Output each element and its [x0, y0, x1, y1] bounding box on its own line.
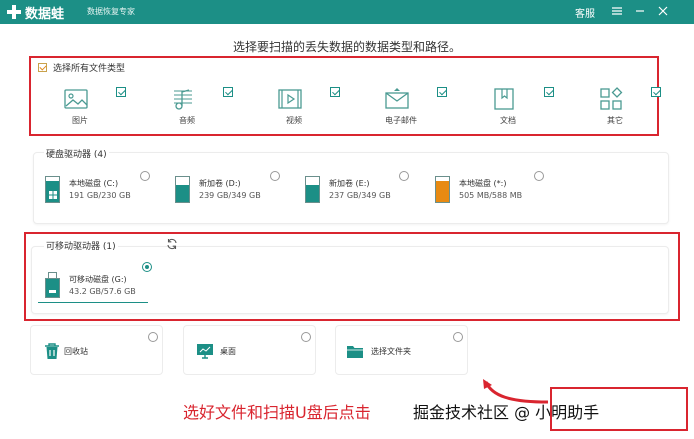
location-label: 桌面 — [220, 347, 236, 356]
refresh-icon[interactable] — [166, 238, 178, 250]
file-type-label: 电子邮件 — [385, 116, 417, 125]
drive-name: 本地磁盘 (*:) — [459, 179, 507, 188]
document-icon — [494, 88, 514, 110]
file-type-image[interactable]: 图片 — [48, 81, 138, 127]
email-icon — [385, 88, 409, 109]
drive-other[interactable]: 本地磁盘 (*:) 505 MB/588 MB — [435, 176, 550, 220]
location-select-folder[interactable]: 选择文件夹 — [335, 325, 468, 375]
removable-title: 可移动驱动器 (1) — [44, 239, 118, 252]
drive-e-radio[interactable] — [399, 171, 409, 181]
close-icon[interactable] — [655, 3, 671, 19]
drive-other-radio[interactable] — [534, 171, 544, 181]
image-checkbox[interactable] — [116, 87, 126, 97]
file-type-label: 图片 — [72, 116, 88, 125]
file-type-video[interactable]: 视频 — [262, 81, 352, 127]
location-desktop[interactable]: 桌面 — [183, 325, 316, 375]
video-checkbox[interactable] — [330, 87, 340, 97]
drive-name: 本地磁盘 (C:) — [69, 179, 119, 188]
drive-name: 可移动磁盘 (G:) — [69, 275, 127, 284]
select-all-label: 选择所有文件类型 — [53, 64, 126, 74]
video-icon — [278, 89, 302, 109]
drive-size: 505 MB/588 MB — [459, 191, 523, 200]
drive-d[interactable]: 新加卷 (D:) 239 GB/349 GB — [175, 176, 290, 220]
document-checkbox[interactable] — [544, 87, 554, 97]
title-bar: 数据蛙 数据恢复专家 客服 — [0, 0, 694, 24]
drive-size: 43.2 GB/57.6 GB — [69, 287, 136, 296]
drive-name: 新加卷 (E:) — [329, 179, 370, 188]
file-type-email[interactable]: 电子邮件 — [369, 81, 459, 127]
file-type-other[interactable]: 其它 — [583, 81, 673, 127]
drive-size: 191 GB/230 GB — [69, 191, 131, 200]
hamburger-icon[interactable] — [609, 3, 625, 19]
recycle-bin-radio[interactable] — [148, 332, 158, 342]
audio-checkbox[interactable] — [223, 87, 233, 97]
audio-icon — [174, 89, 192, 110]
selection-underline — [38, 302, 148, 303]
image-icon — [64, 89, 88, 109]
drive-icon — [435, 176, 450, 203]
removable-drive-g[interactable]: 可移动磁盘 (G:) 43.2 GB/57.6 GB — [45, 272, 160, 316]
desktop-icon — [197, 344, 213, 359]
usb-drive-icon — [45, 272, 60, 298]
folder-icon — [347, 346, 363, 358]
other-checkbox[interactable] — [651, 87, 661, 97]
select-all-checkbox[interactable] — [38, 63, 47, 72]
location-recycle-bin[interactable]: 回收站 — [30, 325, 163, 375]
minimize-icon[interactable] — [632, 3, 648, 19]
drive-name: 新加卷 (D:) — [199, 179, 241, 188]
email-checkbox[interactable] — [437, 87, 447, 97]
logo-icon — [7, 5, 21, 19]
drive-e[interactable]: 新加卷 (E:) 237 GB/349 GB — [305, 176, 420, 220]
drive-size: 239 GB/349 GB — [199, 191, 261, 200]
app-subtitle: 数据恢复专家 — [87, 7, 135, 16]
page-heading: 选择要扫描的丢失数据的数据类型和路径。 — [232, 40, 461, 54]
drive-c[interactable]: 本地磁盘 (C:) 191 GB/230 GB — [45, 176, 160, 220]
location-label: 回收站 — [64, 347, 88, 356]
drive-size: 237 GB/349 GB — [329, 191, 391, 200]
removable-drive-g-radio[interactable] — [142, 262, 152, 272]
start-button-highlight — [550, 387, 688, 431]
drive-icon — [175, 176, 190, 203]
drive-c-radio[interactable] — [140, 171, 150, 181]
windows-icon — [49, 191, 57, 199]
app-name: 数据蛙 — [25, 7, 65, 22]
hard-drives-title: 硬盘驱动器 (4) — [44, 147, 109, 160]
select-folder-radio[interactable] — [453, 332, 463, 342]
trash-icon — [45, 343, 59, 359]
drive-icon — [45, 176, 60, 203]
file-type-document[interactable]: 文档 — [476, 81, 566, 127]
drive-d-radio[interactable] — [270, 171, 280, 181]
file-type-audio[interactable]: 音频 — [155, 81, 245, 127]
select-all-file-types[interactable]: 选择所有文件类型 — [38, 61, 125, 74]
other-icon — [600, 87, 623, 110]
customer-service-link[interactable]: 客服 — [575, 5, 595, 20]
location-label: 选择文件夹 — [371, 347, 411, 356]
annotation-text: 选好文件和扫描U盘后点击 — [183, 403, 371, 422]
drive-icon — [305, 176, 320, 203]
file-type-label: 其它 — [607, 116, 623, 125]
file-type-label: 音频 — [179, 116, 195, 125]
desktop-radio[interactable] — [301, 332, 311, 342]
file-type-label: 文档 — [500, 116, 516, 125]
file-type-label: 视频 — [286, 116, 302, 125]
